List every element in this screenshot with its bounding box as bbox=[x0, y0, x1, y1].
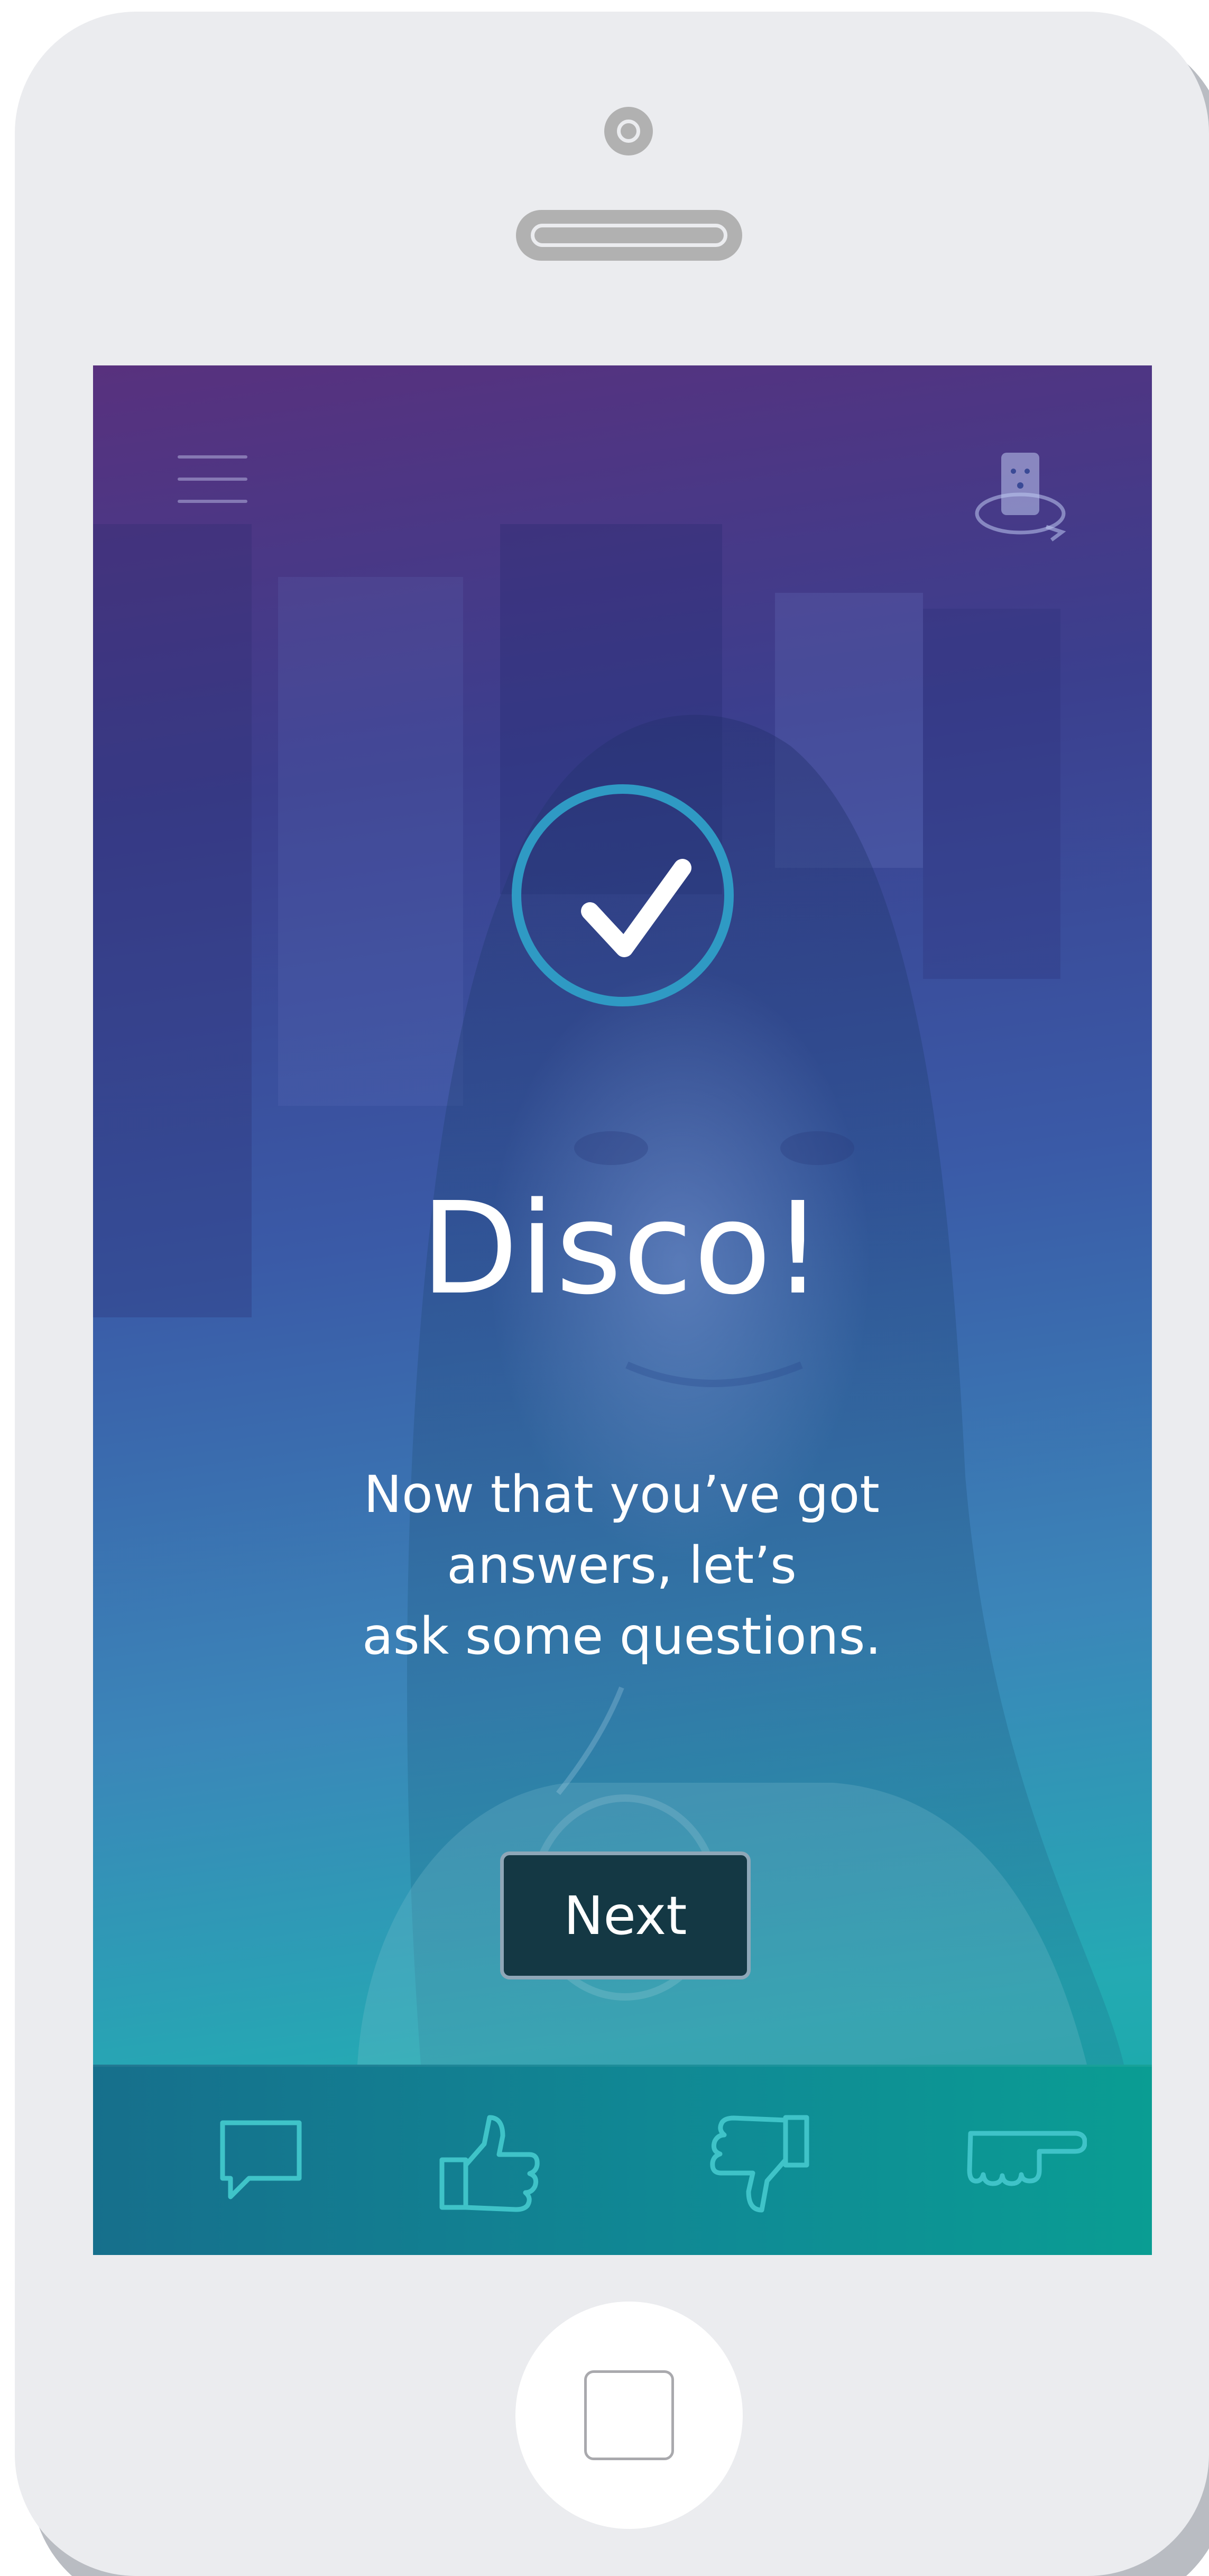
check-mark bbox=[581, 859, 691, 957]
pointing-hand-icon[interactable] bbox=[965, 2112, 1087, 2207]
stage: Disco! Now that you’ve got answers, let’… bbox=[0, 0, 1209, 2576]
message-line-3: ask some questions. bbox=[362, 1607, 882, 1666]
earpiece-speaker bbox=[516, 210, 742, 261]
speech-bubble-icon[interactable] bbox=[212, 2112, 307, 2207]
checkmark-circle-icon bbox=[512, 784, 734, 1006]
thumbs-down-icon[interactable] bbox=[706, 2112, 812, 2218]
menu-line-bottom bbox=[178, 500, 247, 503]
next-button[interactable]: Next bbox=[500, 1851, 751, 1979]
overlay-content: Disco! Now that you’ve got answers, let’… bbox=[93, 365, 1152, 2255]
thumbs-up-icon[interactable] bbox=[437, 2112, 542, 2218]
front-camera bbox=[604, 107, 653, 155]
hamburger-menu-icon[interactable] bbox=[178, 455, 247, 503]
app-screen: Disco! Now that you’ve got answers, let’… bbox=[93, 365, 1152, 2255]
message-text: Now that you’ve got answers, let’s ask s… bbox=[304, 1459, 939, 1672]
message-line-1: Now that you’ve got bbox=[364, 1465, 880, 1524]
headline: Disco! bbox=[420, 1175, 825, 1323]
phone-body: Disco! Now that you’ve got answers, let’… bbox=[15, 12, 1209, 2576]
rotate-phone-icon[interactable] bbox=[972, 447, 1073, 548]
menu-line-top bbox=[178, 455, 247, 459]
bottom-toolbar bbox=[93, 2065, 1152, 2255]
home-button[interactable] bbox=[515, 2302, 743, 2529]
speaker-grille bbox=[531, 224, 727, 247]
camera-lens bbox=[617, 120, 640, 143]
menu-line-middle bbox=[178, 478, 247, 481]
home-button-square-icon bbox=[584, 2370, 674, 2460]
message-line-2: answers, let’s bbox=[447, 1536, 797, 1595]
